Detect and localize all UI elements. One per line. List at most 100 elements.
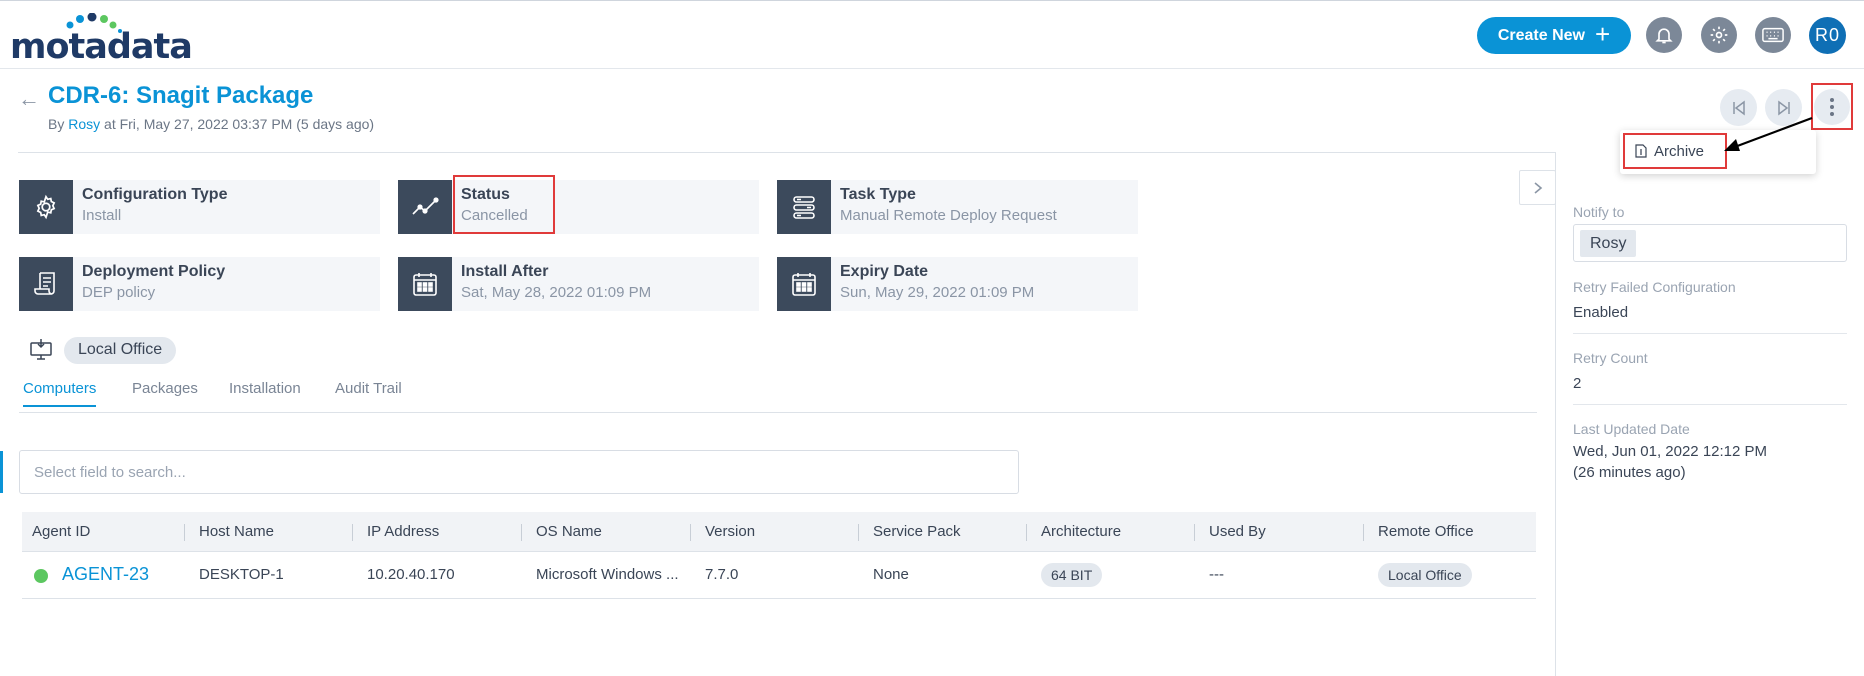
column-os-name[interactable]: OS Name [536,523,602,540]
sidebar-divider-line [1573,333,1847,334]
tab-audit-trail[interactable]: Audit Trail [335,380,402,405]
cell-ip-address: 10.20.40.170 [367,566,455,583]
agent-id-link[interactable]: AGENT-23 [62,564,149,585]
column-separator [690,524,691,541]
user-avatar[interactable]: R0 [1809,17,1846,54]
column-architecture[interactable]: Architecture [1041,523,1121,540]
retry-count-value: 2 [1573,375,1582,392]
card-label: Task Type [840,186,916,203]
retry-config-value: Enabled [1573,304,1629,321]
column-separator [858,524,859,541]
card-icon-box [398,180,452,234]
keyboard-shortcuts-button[interactable] [1755,17,1791,53]
cell-architecture-chip: 64 BIT [1041,563,1103,587]
card-label: Install After [461,263,549,280]
status-highlight-box [453,175,555,234]
remote-office-icon [30,339,52,360]
cell-used-by: --- [1209,566,1224,583]
keyboard-icon [1762,27,1784,43]
logo-text: motadata [10,27,193,67]
column-separator [521,524,522,541]
column-separator [352,524,353,541]
sidebar-toggle-button[interactable] [1519,170,1556,205]
created-timestamp: at Fri, May 27, 2022 03:37 PM (5 days ag… [104,116,375,132]
column-separator [1026,524,1027,541]
column-ip-address[interactable]: IP Address [367,523,439,540]
column-separator [184,524,185,541]
column-separator [1194,524,1195,541]
table-row[interactable]: AGENT-23 DESKTOP-1 10.20.40.170 Microsof… [22,552,1536,599]
card-install-after: Install After Sat, May 28, 2022 01:09 PM [398,257,759,311]
sidebar-divider-line [1573,404,1847,405]
retry-count-label: Retry Count [1573,350,1648,366]
last-updated-value: Wed, Jun 01, 2022 12:12 PM [1573,443,1768,460]
created-by-line: By Rosy at Fri, May 27, 2022 03:37 PM (5… [48,116,374,132]
table-header: Agent ID Host Name IP Address OS Name Ve… [22,512,1536,552]
card-icon-box [19,257,73,311]
card-icon-box [398,257,452,311]
notify-field[interactable]: Rosy [1573,224,1847,262]
calendar-icon [413,273,437,296]
motadata-logo[interactable]: motadata [10,13,193,67]
gear-icon [36,194,56,220]
card-value: Manual Remote Deploy Request [840,207,1057,224]
cell-remote-office-chip: Local Office [1378,563,1472,587]
column-separator [1363,524,1364,541]
tab-installation[interactable]: Installation [229,380,301,405]
card-icon-box [19,180,73,234]
card-task-type: Task Type Manual Remote Deploy Request [777,180,1138,234]
card-label: Configuration Type [82,186,228,203]
tasks-icon [793,196,815,219]
column-agent-id[interactable]: Agent ID [32,523,90,540]
tab-packages[interactable]: Packages [132,380,198,405]
sidebar-divider [1555,152,1556,676]
column-service-pack[interactable]: Service Pack [873,523,961,540]
policy-scroll-icon [34,272,55,295]
bell-icon [1655,28,1673,44]
cell-service-pack: None [873,566,909,583]
trend-line-icon [412,197,439,215]
last-updated-label: Last Updated Date [1573,421,1690,437]
column-used-by[interactable]: Used By [1209,523,1266,540]
chevron-right-icon [1533,181,1542,194]
cell-version: 7.7.0 [705,566,739,583]
card-value: Install [82,207,122,224]
column-remote-office[interactable]: Remote Office [1378,523,1474,540]
notify-user-chip: Rosy [1580,230,1637,257]
tab-bar: Computers Packages Installation Audit Tr… [19,380,1537,413]
create-new-button[interactable]: Create New + [1477,17,1631,54]
card-value: Sun, May 29, 2022 01:09 PM [840,284,1035,301]
card-label: Deployment Policy [82,263,226,280]
notify-label: Notify to [1573,204,1625,220]
create-new-label: Create New [1497,26,1585,44]
top-bar: motadata Create New + R0 [0,0,1864,69]
gear-icon [1710,26,1728,44]
title-divider [18,152,1556,153]
online-status-dot [34,569,48,583]
settings-button[interactable] [1701,17,1737,53]
card-deployment-policy: Deployment Policy DEP policy [19,257,380,311]
annotation-arrow [1724,116,1813,151]
card-expiry-date: Expiry Date Sun, May 29, 2022 01:09 PM [777,257,1138,311]
card-label: Expiry Date [840,263,929,280]
card-icon-box [777,257,831,311]
archive-file-icon [1635,144,1647,158]
location-chip: Local Office [64,337,177,364]
cell-os-name: Microsoft Windows ... [536,566,679,583]
column-host-name[interactable]: Host Name [199,523,274,540]
last-updated-ago: (26 minutes ago) [1573,464,1686,481]
by-prefix: By [48,116,65,132]
archive-label: Archive [1654,142,1705,160]
back-arrow-icon[interactable]: ← [18,86,40,112]
page-title: CDR-6: Snagit Package [48,82,314,109]
retry-config-label: Retry Failed Configuration [1573,279,1736,295]
search-input[interactable] [19,450,1019,494]
author-link[interactable]: Rosy [68,116,100,132]
cell-host-name: DESKTOP-1 [199,566,284,583]
notifications-button[interactable] [1646,17,1682,53]
card-configuration-type: Configuration Type Install [19,180,380,234]
card-icon-box [777,180,831,234]
column-version[interactable]: Version [705,523,755,540]
tab-computers[interactable]: Computers [23,380,97,407]
more-vertical-icon [1830,97,1834,116]
